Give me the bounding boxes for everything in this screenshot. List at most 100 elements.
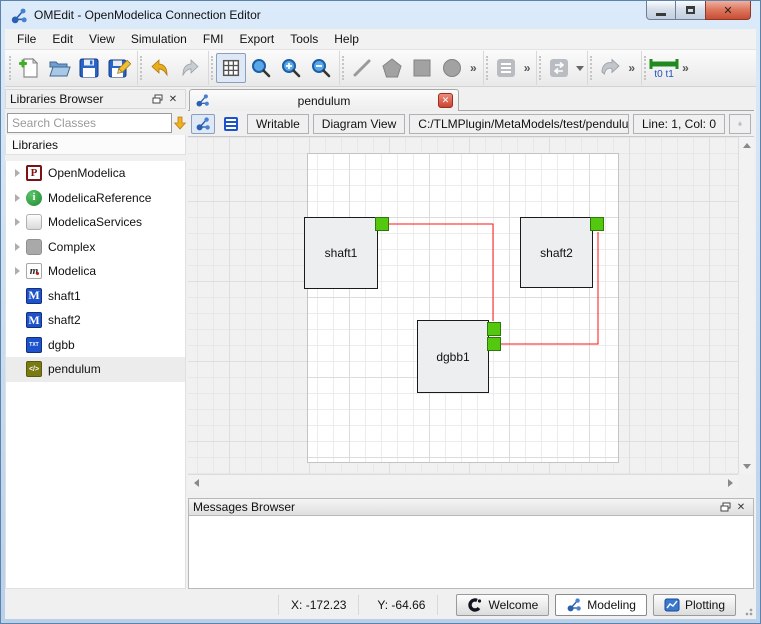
omedit-logo-icon bbox=[11, 8, 27, 24]
ellipse-tool-button[interactable] bbox=[437, 53, 467, 83]
omedit-window: OMEdit - OpenModelica Connection Editor … bbox=[0, 0, 761, 624]
zoom-out-button[interactable] bbox=[306, 53, 336, 83]
perspective-modeling-button[interactable]: Modeling bbox=[555, 594, 647, 616]
component-shaft1[interactable]: shaft1 bbox=[304, 217, 378, 289]
metamodel-icon: </> bbox=[26, 361, 42, 378]
undo-button[interactable] bbox=[145, 53, 175, 83]
minimize-button[interactable] bbox=[646, 1, 676, 20]
vertical-scrollbar[interactable] bbox=[738, 137, 754, 474]
save-icon bbox=[79, 58, 99, 78]
shapes-overflow-button[interactable]: » bbox=[467, 61, 480, 75]
scroll-down-button[interactable] bbox=[739, 458, 755, 474]
search-scope-button[interactable] bbox=[172, 113, 188, 133]
cursor-x-coordinate: X: -172.23 bbox=[278, 595, 360, 615]
show-grid-button[interactable] bbox=[216, 53, 246, 83]
search-classes-input[interactable] bbox=[7, 112, 172, 133]
resize-grip[interactable] bbox=[743, 606, 753, 616]
expand-icon[interactable] bbox=[10, 169, 24, 178]
messages-close-button[interactable]: ✕ bbox=[733, 500, 749, 514]
scroll-up-button[interactable] bbox=[739, 137, 755, 153]
text-view-button[interactable] bbox=[219, 114, 243, 134]
writable-status[interactable]: Writable bbox=[247, 113, 309, 134]
redo-button[interactable] bbox=[175, 53, 205, 83]
menu-view[interactable]: View bbox=[81, 29, 123, 49]
save-button[interactable] bbox=[74, 53, 104, 83]
save-as-button[interactable] bbox=[104, 53, 134, 83]
model-icon: M bbox=[26, 312, 42, 329]
perspective-plotting-button[interactable]: Plotting bbox=[652, 594, 736, 616]
diagram-canvas[interactable]: shaft1 shaft2 dgbb1 bbox=[188, 137, 738, 474]
new-model-button[interactable] bbox=[14, 53, 44, 83]
libraries-close-button[interactable]: ✕ bbox=[165, 92, 181, 106]
tab-pendulum[interactable]: pendulum ✕ bbox=[189, 89, 459, 111]
tab-close-button[interactable]: ✕ bbox=[438, 93, 453, 108]
model-switcher-button[interactable] bbox=[491, 53, 521, 83]
component-shaft2[interactable]: shaft2 bbox=[520, 217, 593, 288]
float-dock-icon bbox=[152, 94, 162, 104]
expand-icon[interactable] bbox=[10, 218, 24, 227]
perspective-welcome-button[interactable]: Welcome bbox=[456, 594, 550, 616]
menu-tools[interactable]: Tools bbox=[282, 29, 326, 49]
menu-file[interactable]: File bbox=[9, 29, 44, 49]
maximize-button[interactable] bbox=[676, 1, 705, 20]
horizontal-scrollbar[interactable] bbox=[188, 474, 738, 490]
library-item-pendulum[interactable]: </> pendulum bbox=[6, 357, 185, 382]
connector-shaft1[interactable] bbox=[375, 217, 389, 231]
diagram-view-button[interactable] bbox=[191, 113, 215, 134]
rectangle-tool-button[interactable] bbox=[407, 53, 437, 83]
toolbar-group-simulation-time: t0 t1 » bbox=[641, 51, 695, 85]
scroll-right-button[interactable] bbox=[722, 475, 738, 491]
connect-mode-dropdown-icon[interactable] bbox=[576, 65, 585, 71]
library-item-shaft1[interactable]: M shaft1 bbox=[6, 284, 185, 309]
line-tool-button[interactable] bbox=[347, 53, 377, 83]
open-model-button[interactable] bbox=[44, 53, 74, 83]
scroll-left-button[interactable] bbox=[188, 475, 204, 491]
polygon-tool-button[interactable] bbox=[377, 53, 407, 83]
menu-export[interactable]: Export bbox=[232, 29, 283, 49]
simulate-overflow-button[interactable]: » bbox=[625, 61, 638, 75]
component-label: shaft1 bbox=[324, 246, 358, 260]
libraries-float-button[interactable] bbox=[149, 92, 165, 106]
library-item-complex[interactable]: Complex bbox=[6, 235, 185, 260]
library-item-modelica[interactable]: m Modelica bbox=[6, 259, 185, 284]
simulation-time-button[interactable]: t0 t1 bbox=[649, 53, 679, 83]
library-item-shaft2[interactable]: M shaft2 bbox=[6, 308, 185, 333]
libraries-tree: P OpenModelica i ModelicaReference Model… bbox=[5, 161, 186, 589]
expand-icon[interactable] bbox=[10, 267, 24, 276]
menu-fmi[interactable]: FMI bbox=[195, 29, 232, 49]
view-mode-status: Diagram View bbox=[312, 113, 406, 134]
package-icon bbox=[26, 214, 42, 231]
diagram-view-icon bbox=[196, 116, 210, 130]
time-overflow-button[interactable]: » bbox=[679, 61, 692, 75]
library-item-dgbb[interactable]: TXT dgbb bbox=[6, 333, 185, 358]
connector-shaft2[interactable] bbox=[590, 217, 604, 231]
zoom-in-button[interactable] bbox=[276, 53, 306, 83]
connect-mode-button[interactable] bbox=[544, 53, 574, 83]
library-item-modelicaservices[interactable]: ModelicaServices bbox=[6, 210, 185, 235]
expand-icon[interactable] bbox=[10, 242, 24, 251]
cursor-position: Line: 1, Col: 0 bbox=[632, 113, 725, 134]
new-file-icon bbox=[19, 57, 39, 78]
arrow-down-icon bbox=[743, 463, 751, 469]
time-interval-label: t0 t1 bbox=[654, 68, 674, 80]
simulate-button[interactable] bbox=[595, 53, 625, 83]
zoom-icon bbox=[252, 59, 271, 78]
expand-icon[interactable] bbox=[10, 193, 24, 202]
messages-browser-dock: Messages Browser ✕ bbox=[188, 498, 754, 589]
component-dgbb1[interactable]: dgbb1 bbox=[417, 320, 489, 393]
reset-zoom-button[interactable] bbox=[246, 53, 276, 83]
connector-dgbb1-bottom[interactable] bbox=[487, 337, 501, 351]
connector-dgbb1-top[interactable] bbox=[487, 322, 501, 336]
close-button[interactable]: ✕ bbox=[705, 1, 751, 20]
library-item-openmodelica[interactable]: P OpenModelica bbox=[6, 161, 185, 186]
library-item-modelicareference[interactable]: i ModelicaReference bbox=[6, 186, 185, 211]
simulate-icon bbox=[601, 58, 621, 75]
menu-help[interactable]: Help bbox=[326, 29, 367, 49]
menu-bar: File Edit View Simulation FMI Export Too… bbox=[5, 29, 756, 50]
window-controls: ✕ bbox=[646, 1, 751, 20]
menu-edit[interactable]: Edit bbox=[44, 29, 81, 49]
menu-simulation[interactable]: Simulation bbox=[123, 29, 195, 49]
model-switcher-overflow-button[interactable]: » bbox=[521, 61, 534, 75]
messages-float-button[interactable] bbox=[717, 500, 733, 514]
connection-shaft1-dgbb1[interactable] bbox=[389, 223, 494, 321]
